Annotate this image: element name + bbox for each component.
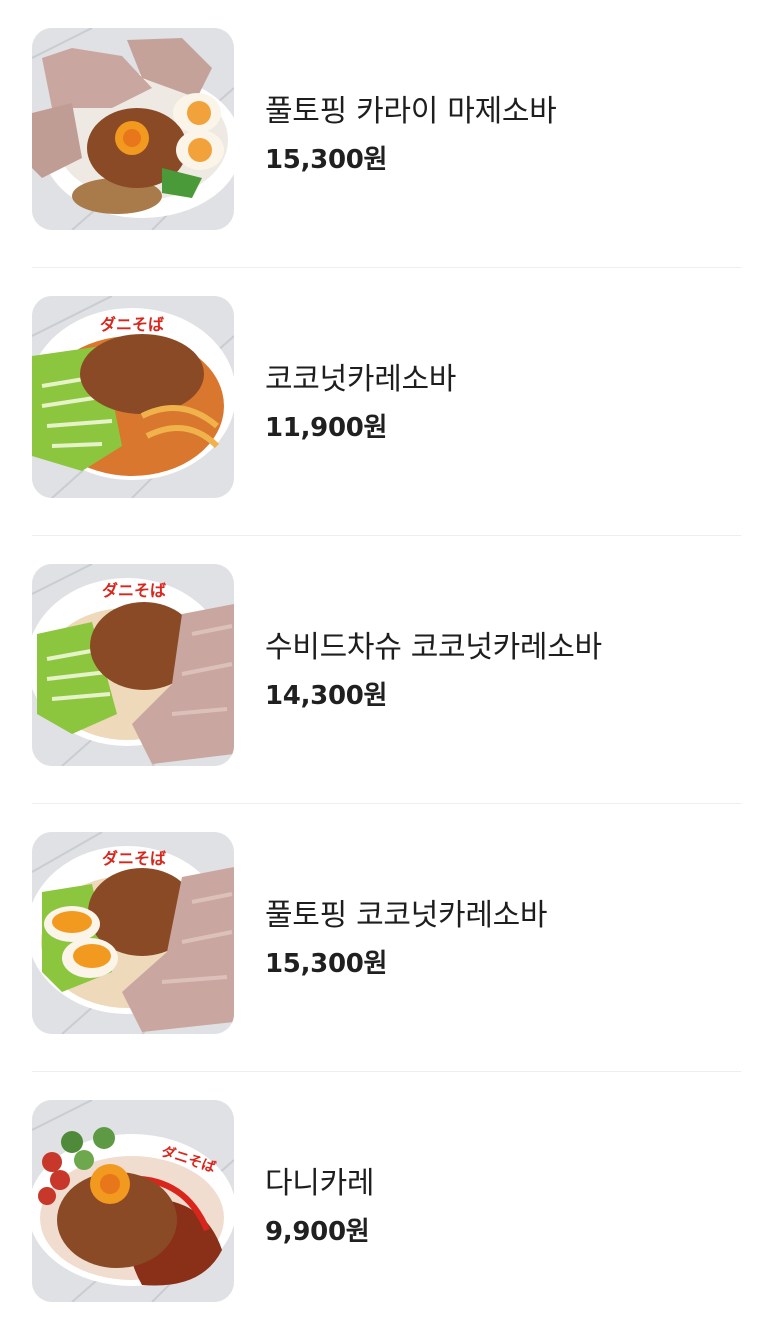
menu-item[interactable]: ダニそば 풀토핑 코코넛카레소바 15,300원 bbox=[32, 804, 741, 1072]
svg-text:ダニそば: ダニそば bbox=[102, 581, 166, 600]
menu-item-name: 코코넛카레소바 bbox=[265, 362, 457, 397]
menu-item-name: 수비드차슈 코코넛카레소바 bbox=[265, 630, 602, 665]
menu-item-image bbox=[32, 28, 234, 230]
menu-item-image: ダニそば bbox=[32, 296, 234, 498]
menu-item-image: ダニそば bbox=[32, 832, 234, 1034]
menu-item-name: 풀토핑 코코넛카레소바 bbox=[265, 898, 548, 933]
menu-item-name: 다니카레 bbox=[265, 1166, 375, 1201]
menu-item-price: 9,900원 bbox=[265, 1217, 370, 1247]
menu-item-price: 14,300원 bbox=[265, 681, 388, 711]
menu-item-image: ダニそば bbox=[32, 564, 234, 766]
menu-item-price: 15,300원 bbox=[265, 949, 388, 979]
menu-item-image: ダニそば bbox=[32, 1100, 234, 1302]
menu-item[interactable]: ダニそば 다니카레 9,900원 bbox=[32, 1072, 741, 1340]
menu-item[interactable]: ダニそば 수비드차슈 코코넛카레소바 14,300원 bbox=[32, 536, 741, 804]
menu-item-price: 11,900원 bbox=[265, 413, 388, 443]
svg-text:ダニそば: ダニそば bbox=[100, 315, 164, 334]
menu-item[interactable]: ダニそば 코코넛카레소바 11,900원 bbox=[32, 268, 741, 536]
svg-text:ダニそば: ダニそば bbox=[102, 849, 166, 868]
menu-item-price: 15,300원 bbox=[265, 145, 388, 175]
menu-item[interactable]: 풀토핑 카라이 마제소바 15,300원 bbox=[32, 0, 741, 268]
menu-item-name: 풀토핑 카라이 마제소바 bbox=[265, 94, 557, 129]
